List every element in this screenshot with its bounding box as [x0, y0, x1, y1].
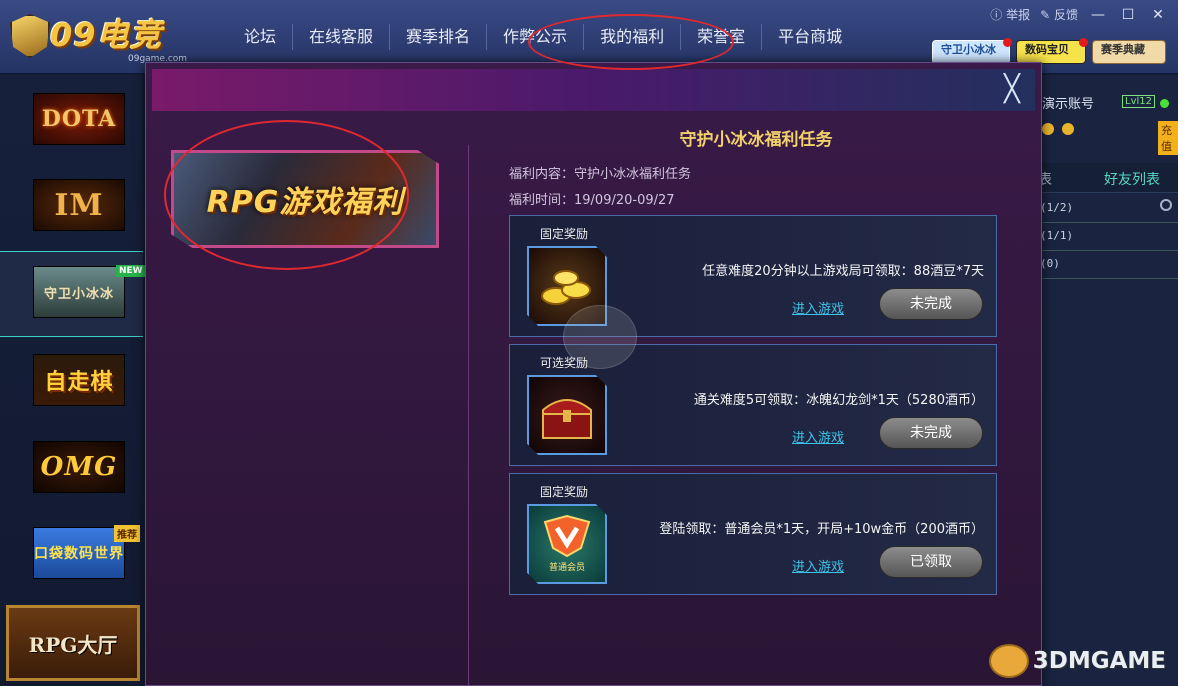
treasure-chest-icon — [527, 375, 607, 455]
report-link[interactable]: ⓘ 举报 — [990, 6, 1030, 23]
online-status-icon — [1160, 99, 1169, 108]
badge-season-label: 赛季典藏 — [1101, 43, 1145, 56]
bean-icon — [1062, 123, 1074, 135]
status-button[interactable]: 已领取 — [879, 546, 983, 578]
reward-description: 任意难度20分钟以上游戏局可领取：88酒豆*7天 — [702, 264, 984, 279]
benefit-content-line: 福利内容：守护小冰冰福利任务 — [509, 167, 692, 182]
badge-shouwei-label: 守卫小冰冰 — [941, 43, 996, 56]
mascot-icon — [988, 644, 1029, 678]
game-tile-pocket-digimon[interactable]: 口袋数码世界 — [33, 527, 125, 579]
recommend-badge: 推荐 — [114, 525, 140, 542]
coin-icon — [1042, 123, 1054, 135]
reward-type-label: 固定奖励 — [540, 485, 589, 499]
friend-panel: 演示账号 Lvl12 充值 表 好友列表 (1/2) (1/1) (0) — [1036, 75, 1178, 686]
friend-group-row[interactable]: (0) — [1036, 251, 1178, 279]
game-tile-dota[interactable]: DOTA — [33, 93, 125, 145]
enter-game-link[interactable]: 进入游戏 — [792, 427, 844, 446]
nav-platform-mall[interactable]: 平台商城 — [762, 24, 858, 50]
badge-digimon-label: 数码宝贝 — [1025, 43, 1069, 56]
friend-tabs: 表 好友列表 — [1036, 163, 1178, 193]
dialog-divider — [468, 145, 469, 685]
app-logo[interactable]: 09电竞 09game.com — [10, 8, 196, 64]
benefit-time-line: 福利时间：19/09/20-09/27 — [509, 193, 675, 208]
task-title: 守护小冰冰福利任务 — [679, 130, 833, 150]
logo-text: 09电竞 — [50, 16, 163, 54]
window-actions: ⓘ 举报 ✎ 反馈 — ☐ ✕ — [990, 6, 1168, 23]
feedback-link[interactable]: ✎ 反馈 — [1040, 6, 1078, 23]
minimize-button[interactable]: — — [1088, 7, 1108, 23]
reward-description: 通关难度5可领取：冰魄幻龙剑*1天（5280酒币） — [693, 393, 984, 408]
enter-game-link[interactable]: 进入游戏 — [792, 298, 844, 317]
annotation-circle-nav — [528, 14, 734, 70]
mascot-watermark-icon — [563, 305, 637, 369]
vip-badge-icon: 普通会员 — [527, 504, 607, 584]
enter-game-link[interactable]: 进入游戏 — [792, 556, 844, 575]
game-tile-shouwei[interactable]: 守卫小冰冰 — [33, 266, 125, 318]
nav-online-service[interactable]: 在线客服 — [293, 24, 391, 50]
status-button[interactable]: 未完成 — [879, 417, 983, 449]
watermark-text: 3DMGAME — [1032, 648, 1166, 674]
badge-season-collection[interactable]: 赛季典藏 — [1092, 40, 1166, 64]
notification-dot — [1079, 38, 1088, 47]
top-game-badges: 守卫小冰冰 数码宝贝 赛季典藏 — [932, 38, 1166, 64]
nav-forum[interactable]: 论坛 — [228, 24, 294, 50]
level-badge: Lvl12 — [1122, 95, 1155, 108]
game-tile-auto-chess[interactable]: 自走棋 — [33, 354, 125, 406]
currency-row — [1042, 123, 1074, 135]
logo-emblem-icon — [10, 14, 50, 58]
game-tile-omg[interactable]: OMG — [33, 441, 125, 493]
friend-group-row[interactable]: (1/2) — [1036, 195, 1178, 223]
close-icon[interactable]: ╳ — [999, 76, 1025, 103]
new-badge: NEW — [116, 265, 146, 277]
reward-type-label: 固定奖励 — [540, 227, 589, 241]
game-tile-im[interactable]: IM — [33, 179, 125, 231]
vip-badge-label: 普通会员 — [549, 561, 585, 573]
annotation-circle-banner — [164, 120, 409, 270]
badge-digimon[interactable]: 数码宝贝 — [1016, 38, 1088, 64]
notification-dot — [1003, 38, 1012, 47]
recharge-button[interactable]: 充值 — [1158, 121, 1178, 155]
tab-friend-list[interactable]: 好友列表 — [1104, 169, 1160, 189]
rpg-hall-button[interactable]: RPG大厅 — [6, 605, 140, 681]
close-window-button[interactable]: ✕ — [1148, 7, 1168, 23]
reward-card: 固定奖励 普通会员 登陆领取：普通会员*1天，开局+10w金币（200酒币） 进… — [509, 473, 997, 595]
badge-shouwei[interactable]: 守卫小冰冰 — [932, 38, 1012, 64]
maximize-button[interactable]: ☐ — [1118, 7, 1138, 23]
dialog-header: ╳ — [152, 69, 1035, 111]
game-sidebar: DOTA IM 守卫小冰冰 NEW 自走棋 OMG 口袋数码世界 推荐 RPG大… — [0, 75, 146, 686]
account-name: 演示账号 — [1042, 97, 1095, 112]
status-button[interactable]: 未完成 — [879, 288, 983, 320]
watermark: 3DMGAME — [988, 644, 1166, 678]
nav-season-ranking[interactable]: 赛季排名 — [390, 24, 488, 50]
reward-description: 登陆领取：普通会员*1天，开局+10w金币（200酒币） — [659, 522, 984, 537]
friend-group-row[interactable]: (1/1) — [1036, 223, 1178, 251]
